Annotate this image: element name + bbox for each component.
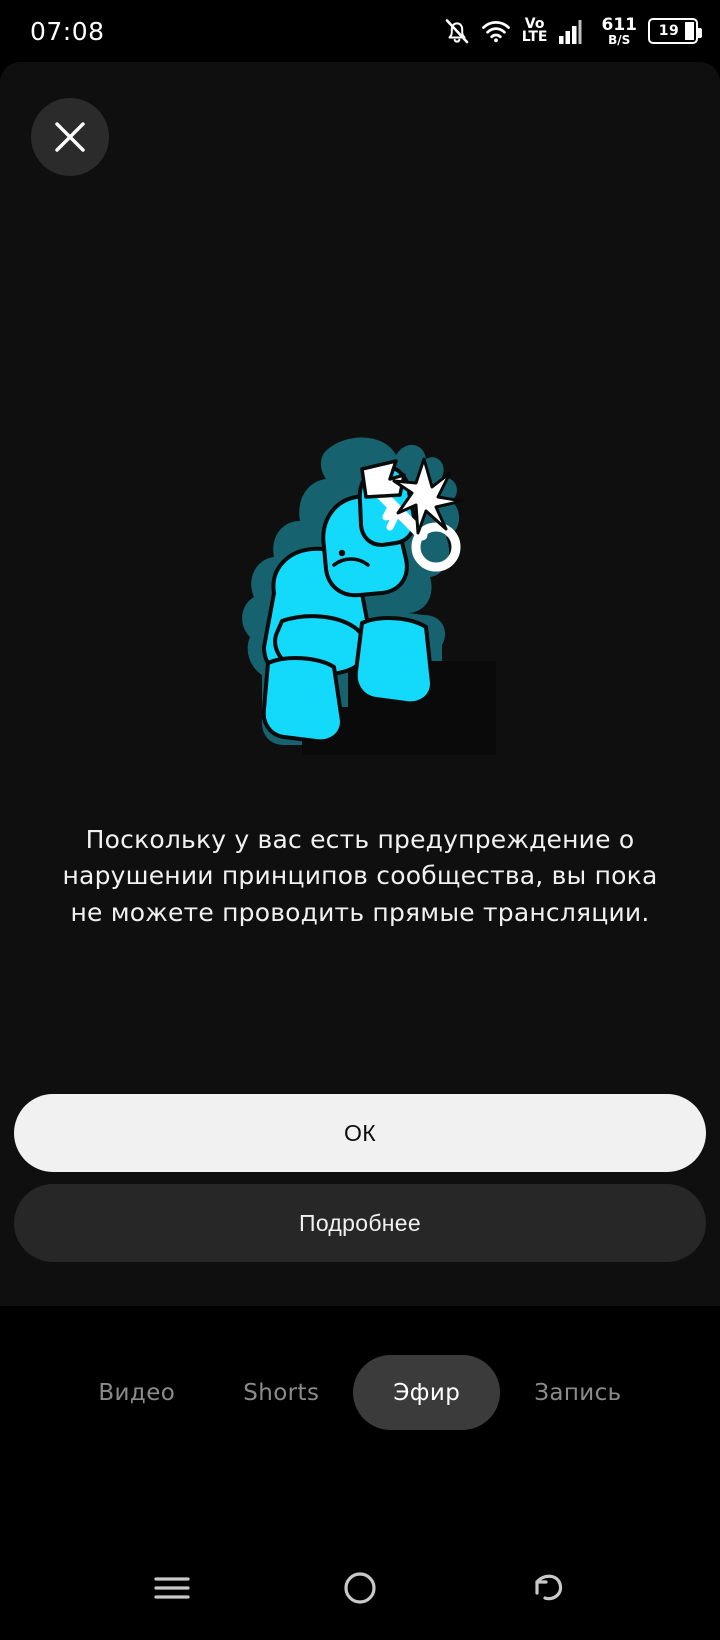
- back-button[interactable]: [517, 1557, 579, 1619]
- battery-level-label: 19: [658, 23, 680, 39]
- bell-muted-icon: [444, 17, 470, 45]
- illustration: [0, 397, 720, 792]
- network-speed-unit: B/S: [608, 32, 631, 47]
- restriction-dialog: Поскольку у вас есть предупреждение о на…: [0, 62, 720, 1306]
- phone-screen: 07:08 Vo LTE 611 B/S 19 Поскольку у вас …: [0, 0, 720, 1640]
- recents-button[interactable]: [141, 1557, 203, 1619]
- ok-button[interactable]: ОК: [14, 1094, 706, 1172]
- signal-bars-icon: [558, 18, 591, 44]
- status-bar-clock: 07:08: [30, 16, 105, 46]
- android-navigation-bar: [0, 1535, 720, 1640]
- tab-record[interactable]: Запись: [500, 1355, 655, 1430]
- status-bar-icons: Vo LTE 611 B/S 19: [444, 14, 702, 47]
- home-circle-icon: [344, 1571, 376, 1604]
- battery-icon: 19: [648, 18, 702, 44]
- home-button[interactable]: [329, 1557, 391, 1619]
- network-speed-indicator: 611 B/S: [601, 14, 638, 47]
- tab-shorts[interactable]: Shorts: [209, 1355, 353, 1430]
- tab-video[interactable]: Видео: [64, 1355, 209, 1430]
- wifi-icon: [481, 19, 511, 43]
- close-icon: [55, 122, 85, 152]
- capture-mode-tabs: Видео Shorts Эфир Запись: [0, 1355, 720, 1430]
- tab-live[interactable]: Эфир: [353, 1355, 501, 1430]
- learn-more-button[interactable]: Подробнее: [14, 1184, 706, 1262]
- close-button[interactable]: [31, 98, 109, 176]
- back-arrow-icon: [535, 1574, 563, 1600]
- blocked-streaming-character-illustration: [242, 437, 496, 755]
- network-speed-value: 611: [601, 14, 638, 35]
- restriction-message: Поскольку у вас есть предупреждение о на…: [62, 825, 658, 927]
- hamburger-menu-icon: [154, 1576, 190, 1599]
- volte-icon: Vo LTE: [521, 15, 548, 45]
- status-bar: 07:08 Vo LTE 611 B/S 19: [0, 0, 720, 62]
- battery-fill: [685, 22, 694, 40]
